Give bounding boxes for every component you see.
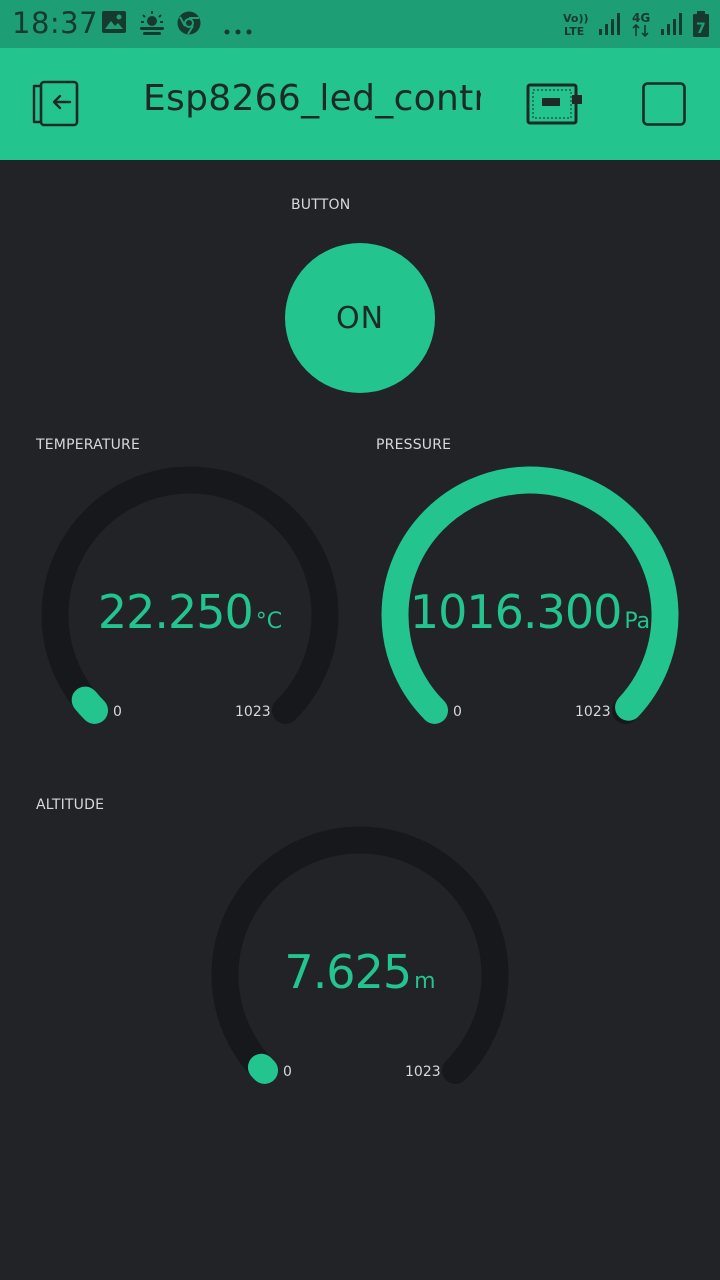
temperature-gauge: 22.250 °C 0 1023	[40, 465, 340, 765]
svg-text:7: 7	[696, 21, 706, 37]
more-dots-icon	[224, 20, 252, 39]
pressure-gauge: 1016.300 Pa 0 1023	[380, 465, 680, 765]
battery-icon: 7	[692, 10, 710, 42]
svg-text:Vo)): Vo))	[563, 12, 589, 25]
pressure-label: PRESSURE	[376, 437, 452, 453]
pressure-unit: Pa	[624, 609, 651, 634]
pressure-value: 1016.300	[409, 585, 622, 639]
gauge-fill	[71, 686, 109, 724]
temperature-unit: °C	[255, 609, 283, 634]
altitude-max: 1023	[405, 1064, 441, 1080]
svg-text:4G: 4G	[632, 11, 650, 25]
pressure-value-readout: 1016.300 Pa	[380, 585, 680, 639]
4g-icon: 4G	[631, 11, 655, 41]
pressure-min: 0	[453, 704, 462, 720]
temperature-max: 1023	[235, 704, 271, 720]
app-bar: Esp8266_led_control	[0, 48, 720, 160]
pressure-max: 1023	[575, 704, 611, 720]
temperature-value-readout: 22.250 °C	[40, 585, 340, 639]
device-chip-icon	[526, 83, 584, 129]
exit-project-icon	[32, 80, 82, 132]
svg-text:LTE: LTE	[564, 25, 584, 37]
button-widget-label: BUTTON	[291, 197, 351, 213]
altitude-unit: m	[414, 969, 436, 994]
stop-square-icon	[642, 82, 686, 130]
altitude-value-readout: 7.625 m	[210, 945, 510, 999]
exit-button[interactable]	[32, 80, 82, 132]
signal-icon	[660, 12, 686, 40]
altitude-label: ALTITUDE	[36, 797, 105, 813]
temperature-label: TEMPERATURE	[36, 437, 140, 453]
volte-icon: Vo)) LTE	[562, 11, 590, 41]
weather-icon	[138, 10, 166, 40]
chrome-icon	[176, 10, 202, 40]
signal-icon	[598, 12, 624, 40]
altitude-gauge: 7.625 m 0 1023	[210, 825, 510, 1125]
on-off-button[interactable]: ON	[285, 243, 435, 393]
temperature-min: 0	[113, 704, 122, 720]
altitude-min: 0	[283, 1064, 292, 1080]
play-stop-button[interactable]	[642, 82, 686, 130]
status-time: 18:37	[12, 6, 99, 40]
image-icon	[101, 10, 127, 38]
project-title: Esp8266_led_control	[143, 78, 481, 119]
device-button[interactable]	[526, 83, 584, 129]
status-bar: 18:37 Vo)) LTE 4G 7	[0, 0, 720, 48]
gauge-fill	[247, 1053, 279, 1084]
altitude-value: 7.625	[284, 945, 412, 999]
temperature-value: 22.250	[97, 585, 254, 639]
